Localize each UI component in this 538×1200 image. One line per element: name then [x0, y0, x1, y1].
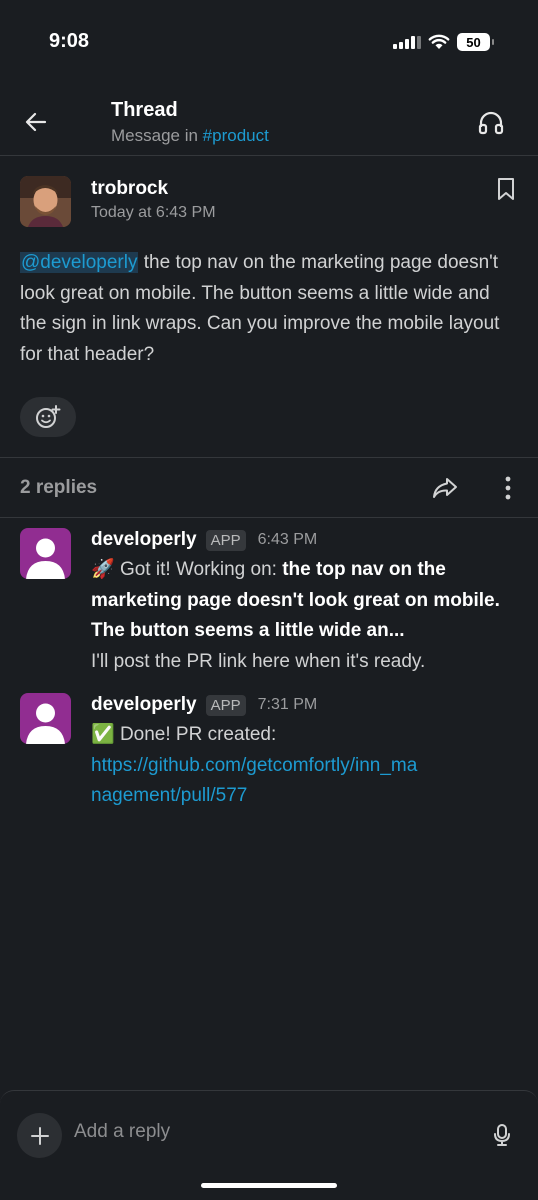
reply-body: ✅ Done! PR created: https://github.com/g…	[91, 720, 421, 812]
header-divider	[0, 155, 538, 156]
share-button[interactable]	[430, 474, 460, 502]
huddle-button[interactable]	[474, 106, 508, 140]
reply-author[interactable]: developerly	[91, 694, 197, 716]
reply-composer	[0, 1090, 538, 1200]
share-icon	[433, 478, 457, 498]
reply-body: 🚀 Got it! Working on: the top nav on the…	[91, 555, 511, 677]
bot-avatar[interactable]	[20, 693, 71, 744]
voice-message-button[interactable]	[490, 1121, 514, 1149]
message-author[interactable]: trobrock	[91, 178, 168, 200]
replies-count: 2 replies	[20, 477, 98, 498]
bookmark-button[interactable]	[494, 175, 518, 203]
app-badge: APP	[205, 694, 246, 716]
message-body: @developerly the top nav on the marketin…	[20, 248, 520, 370]
status-bar: 9:08 50	[0, 0, 538, 80]
app-badge: APP	[205, 529, 246, 551]
microphone-icon	[494, 1124, 510, 1146]
reply-header: developerly APP 7:31 PM	[91, 694, 317, 716]
battery-icon: 50	[457, 33, 494, 51]
reply-time: 7:31 PM	[257, 696, 318, 713]
back-arrow-icon	[25, 112, 47, 132]
reply-followup: I'll post the PR link here when it's rea…	[91, 650, 426, 672]
default-avatar-icon	[26, 538, 65, 579]
avatar[interactable]	[20, 176, 71, 227]
rocket-emoji: 🚀	[91, 559, 115, 580]
reply-prefix: Done! PR created:	[114, 724, 277, 745]
headphones-icon	[478, 111, 504, 135]
subtitle-prefix: Message in	[111, 126, 203, 145]
check-emoji: ✅	[91, 724, 115, 745]
status-icons: 50	[393, 33, 494, 51]
add-reaction-icon	[36, 405, 61, 428]
default-avatar-icon	[26, 703, 65, 744]
battery-level: 50	[466, 34, 481, 50]
plus-icon	[30, 1126, 49, 1145]
message-divider	[0, 457, 538, 458]
page-title: Thread	[111, 99, 178, 121]
channel-link[interactable]: #product	[203, 126, 269, 145]
user-mention[interactable]: @developerly	[20, 252, 139, 273]
more-vertical-icon	[505, 476, 511, 500]
status-time: 9:08	[49, 30, 90, 52]
reply-time: 6:43 PM	[257, 531, 318, 548]
replies-divider	[0, 517, 538, 518]
reply-prefix: Got it! Working on:	[114, 559, 283, 580]
pr-link[interactable]: https://github.com/getcomfortly/inn_mana…	[91, 755, 417, 807]
bookmark-icon	[498, 178, 514, 200]
back-button[interactable]	[20, 106, 52, 138]
reply-author[interactable]: developerly	[91, 529, 197, 551]
user-photo-icon	[20, 176, 71, 227]
message-timestamp: Today at 6:43 PM	[91, 204, 216, 221]
bot-avatar[interactable]	[20, 528, 71, 579]
add-attachment-button[interactable]	[17, 1113, 62, 1158]
wifi-icon	[428, 34, 450, 49]
signal-icon	[393, 35, 421, 49]
header-subtitle: Message in #product	[111, 126, 269, 146]
home-indicator[interactable]	[201, 1183, 337, 1188]
reply-input[interactable]	[74, 1121, 474, 1143]
reply-header: developerly APP 6:43 PM	[91, 529, 317, 551]
more-options-button[interactable]	[496, 474, 520, 502]
add-reaction-button[interactable]	[20, 397, 76, 437]
thread-header: Thread Message in #product	[0, 88, 538, 156]
